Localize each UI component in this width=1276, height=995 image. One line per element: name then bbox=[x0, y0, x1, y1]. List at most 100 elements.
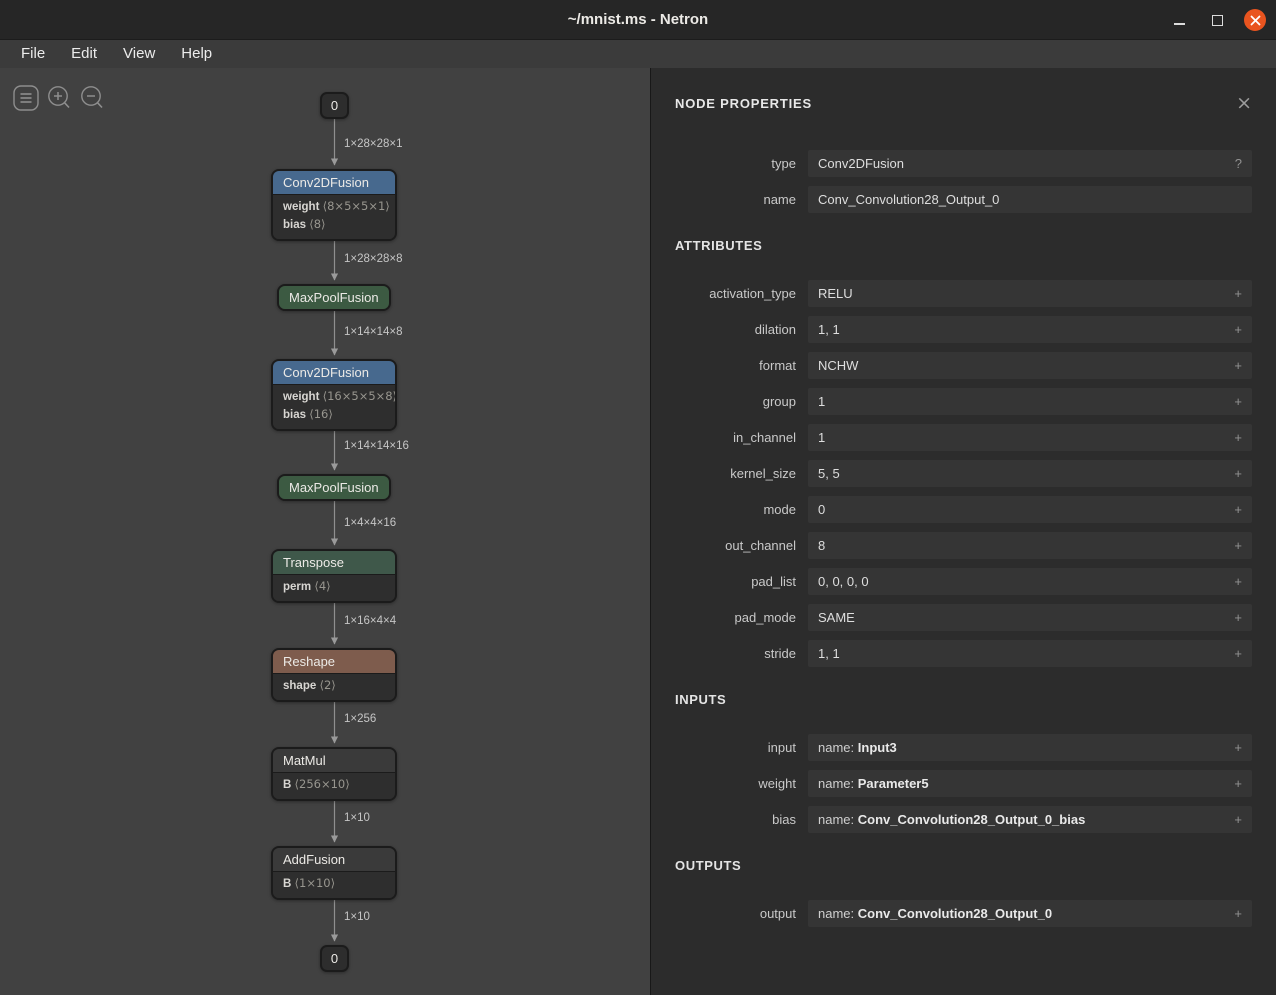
attribute-value-field[interactable]: 1 + bbox=[808, 388, 1252, 415]
graph-node-output[interactable]: 0 bbox=[320, 945, 349, 972]
attribute-value-field[interactable]: 5, 5 + bbox=[808, 460, 1252, 487]
maximize-button[interactable] bbox=[1206, 9, 1228, 31]
section-title-outputs: OUTPUTS bbox=[675, 858, 1252, 874]
expand-icon[interactable]: + bbox=[1234, 358, 1242, 373]
attribute-label: out_channel bbox=[675, 538, 796, 553]
input-value-field[interactable]: name: Input3 + bbox=[808, 734, 1252, 761]
edge-label: 1×28×28×1 bbox=[344, 138, 403, 150]
graph-node-maxpoolfusion-2[interactable]: MaxPoolFusion bbox=[277, 474, 391, 501]
node-title: MaxPoolFusion bbox=[279, 286, 389, 309]
window-controls bbox=[1168, 0, 1266, 40]
expand-icon[interactable]: + bbox=[1234, 538, 1242, 553]
input-label: bias bbox=[675, 812, 796, 827]
property-label: name bbox=[675, 192, 796, 207]
section-title-inputs: INPUTS bbox=[675, 692, 1252, 708]
edge-label: 1×28×28×8 bbox=[344, 253, 403, 265]
input-value-field[interactable]: name: Parameter5 + bbox=[808, 770, 1252, 797]
menu-edit[interactable]: Edit bbox=[58, 40, 110, 68]
attribute-label: kernel_size bbox=[675, 466, 796, 481]
output-row: output name: Conv_Convolution28_Output_0… bbox=[675, 900, 1252, 927]
attribute-value-field[interactable]: 0 + bbox=[808, 496, 1252, 523]
attribute-row: mode 0 + bbox=[675, 496, 1252, 523]
name-prefix: name: bbox=[818, 812, 854, 827]
attribute-value: 1 bbox=[818, 430, 825, 445]
attribute-value-field[interactable]: 1, 1 + bbox=[808, 640, 1252, 667]
attribute-value-field[interactable]: RELU + bbox=[808, 280, 1252, 307]
panel-close-icon[interactable]: × bbox=[1236, 96, 1252, 110]
attribute-value-field[interactable]: 1, 1 + bbox=[808, 316, 1252, 343]
attribute-value: 0, 0, 0, 0 bbox=[818, 574, 869, 589]
attribute-row: format NCHW + bbox=[675, 352, 1252, 379]
graph-node-matmul[interactable]: MatMul B ⟨256×10⟩ bbox=[271, 747, 397, 801]
edge-label: 1×16×4×4 bbox=[344, 615, 396, 627]
attribute-value: 8 bbox=[818, 538, 825, 553]
attr-name: bias bbox=[283, 409, 306, 421]
attribute-label: mode bbox=[675, 502, 796, 517]
name-prefix: name: bbox=[818, 776, 854, 791]
name-value-field[interactable]: Conv_Convolution28_Output_0 bbox=[808, 186, 1252, 213]
node-body: B ⟨1×10⟩ bbox=[273, 871, 395, 898]
graph-node-transpose[interactable]: Transpose perm ⟨4⟩ bbox=[271, 549, 397, 603]
attr-value: ⟨1×10⟩ bbox=[295, 876, 336, 890]
graph-node-conv2dfusion-1[interactable]: Conv2DFusion weight ⟨8×5×5×1⟩ bias ⟨8⟩ bbox=[271, 169, 397, 241]
expand-icon[interactable]: + bbox=[1234, 502, 1242, 517]
expand-icon[interactable]: + bbox=[1234, 430, 1242, 445]
attribute-label: format bbox=[675, 358, 796, 373]
close-button[interactable] bbox=[1244, 9, 1266, 31]
node-title: MaxPoolFusion bbox=[279, 476, 389, 499]
expand-icon[interactable]: + bbox=[1234, 394, 1242, 409]
type-value-field[interactable]: Conv2DFusion ? bbox=[808, 150, 1252, 177]
panel-title: NODE PROPERTIES bbox=[675, 96, 812, 111]
attr-name: bias bbox=[283, 219, 306, 231]
attribute-value: 1, 1 bbox=[818, 322, 840, 337]
expand-icon[interactable]: + bbox=[1234, 812, 1242, 827]
input-value-field[interactable]: name: Conv_Convolution28_Output_0_bias + bbox=[808, 806, 1252, 833]
help-icon[interactable]: ? bbox=[1235, 156, 1242, 171]
attr-name: B bbox=[283, 878, 291, 890]
menu-file[interactable]: File bbox=[8, 40, 58, 68]
expand-icon[interactable]: + bbox=[1234, 286, 1242, 301]
property-row-name: name Conv_Convolution28_Output_0 bbox=[675, 186, 1252, 213]
graph-node-input[interactable]: 0 bbox=[320, 92, 349, 119]
output-value-field[interactable]: name: Conv_Convolution28_Output_0 + bbox=[808, 900, 1252, 927]
attribute-row: activation_type RELU + bbox=[675, 280, 1252, 307]
minimize-button[interactable] bbox=[1168, 9, 1190, 31]
property-value: Conv_Convolution28_Output_0 bbox=[818, 192, 999, 207]
attribute-value: 0 bbox=[818, 502, 825, 517]
attribute-row: dilation 1, 1 + bbox=[675, 316, 1252, 343]
attribute-value-field[interactable]: 8 + bbox=[808, 532, 1252, 559]
graph-node-conv2dfusion-2[interactable]: Conv2DFusion weight ⟨16×5×5×8⟩ bias ⟨16⟩ bbox=[271, 359, 397, 431]
expand-icon[interactable]: + bbox=[1234, 906, 1242, 921]
name-prefix: name: bbox=[818, 740, 854, 755]
menu-view[interactable]: View bbox=[110, 40, 168, 68]
attribute-value-field[interactable]: NCHW + bbox=[808, 352, 1252, 379]
edge-label: 1×10 bbox=[344, 911, 370, 923]
attribute-value: 1, 1 bbox=[818, 646, 840, 661]
graph-node-reshape[interactable]: Reshape shape ⟨2⟩ bbox=[271, 648, 397, 702]
attribute-label: dilation bbox=[675, 322, 796, 337]
expand-icon[interactable]: + bbox=[1234, 574, 1242, 589]
expand-icon[interactable]: + bbox=[1234, 466, 1242, 481]
property-label: type bbox=[675, 156, 796, 171]
expand-icon[interactable]: + bbox=[1234, 322, 1242, 337]
menu-help[interactable]: Help bbox=[168, 40, 225, 68]
attribute-value-field[interactable]: 1 + bbox=[808, 424, 1252, 451]
close-icon bbox=[1250, 15, 1261, 26]
attr-name: shape bbox=[283, 680, 316, 692]
edge-label: 1×14×14×16 bbox=[344, 440, 409, 452]
graph-node-maxpoolfusion-1[interactable]: MaxPoolFusion bbox=[277, 284, 391, 311]
input-value: Conv_Convolution28_Output_0_bias bbox=[858, 812, 1086, 827]
attribute-value: SAME bbox=[818, 610, 855, 625]
graph-canvas[interactable]: 1×28×28×1 1×28×28×8 1×14×14×8 1×14×14×16… bbox=[0, 68, 650, 995]
expand-icon[interactable]: + bbox=[1234, 610, 1242, 625]
expand-icon[interactable]: + bbox=[1234, 646, 1242, 661]
node-body: perm ⟨4⟩ bbox=[273, 574, 395, 601]
attribute-row: out_channel 8 + bbox=[675, 532, 1252, 559]
input-value: Input3 bbox=[858, 740, 897, 755]
expand-icon[interactable]: + bbox=[1234, 740, 1242, 755]
graph-node-addfusion[interactable]: AddFusion B ⟨1×10⟩ bbox=[271, 846, 397, 900]
attribute-label: pad_mode bbox=[675, 610, 796, 625]
expand-icon[interactable]: + bbox=[1234, 776, 1242, 791]
attribute-value-field[interactable]: 0, 0, 0, 0 + bbox=[808, 568, 1252, 595]
attribute-value-field[interactable]: SAME + bbox=[808, 604, 1252, 631]
